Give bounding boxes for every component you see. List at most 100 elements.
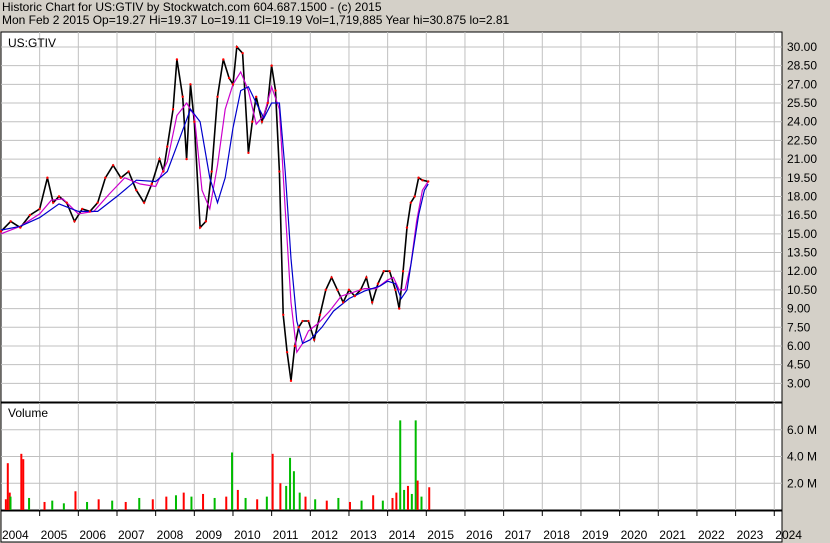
volume-bar (428, 487, 431, 510)
volume-bar (406, 485, 409, 510)
x-tick-label: 2019 (582, 528, 609, 542)
price-y-tick-label: 27.00 (787, 77, 817, 91)
price-point (28, 213, 32, 217)
volume-bar (289, 457, 292, 510)
price-point (266, 101, 269, 105)
price-point (274, 89, 277, 92)
price-point (307, 319, 310, 323)
price-y-tick-label: 3.00 (787, 376, 811, 390)
price-point (51, 201, 55, 204)
price-point (73, 220, 76, 223)
volume-bar (111, 500, 114, 510)
price-point (175, 58, 179, 61)
volume-bar (414, 420, 417, 510)
price-point (231, 83, 235, 86)
price-y-tick-label: 4.50 (787, 358, 811, 372)
price-point (19, 226, 22, 229)
volume-bar (416, 480, 419, 510)
price-point (330, 276, 333, 279)
price-point (376, 282, 380, 285)
x-tick-label: 2013 (350, 528, 377, 542)
price-point (198, 226, 202, 229)
volume-bar (348, 501, 351, 510)
volume-bar (62, 503, 65, 510)
price-panel-title: US:GTIV (8, 36, 56, 50)
x-tick-label: 2016 (466, 528, 493, 542)
x-tick-label: 2018 (543, 528, 570, 542)
volume-y-tick-label: 2.0 M (787, 476, 817, 490)
price-point (365, 276, 368, 279)
volume-bar (190, 496, 193, 510)
price-y-tick-label: 18.00 (787, 189, 817, 203)
x-tick-label: 2007 (118, 528, 145, 542)
volume-bar (304, 496, 307, 510)
price-point (394, 288, 397, 292)
volume-bar (271, 453, 274, 510)
price-point (285, 350, 289, 354)
price-y-tick-label: 30.00 (787, 40, 817, 54)
x-tick-label: 2008 (157, 528, 184, 542)
price-point (270, 64, 273, 67)
volume-bar (151, 499, 154, 510)
price-point (204, 220, 208, 223)
price-point (421, 179, 424, 182)
price-point (398, 307, 401, 310)
x-tick-label: 2022 (698, 528, 725, 542)
volume-bar (236, 489, 239, 510)
x-tick-label: 2010 (234, 528, 261, 542)
price-y-tick-label: 19.50 (787, 171, 817, 185)
x-tick-label: 2009 (195, 528, 222, 542)
volume-bar (420, 496, 423, 510)
price-point (235, 45, 239, 49)
price-point (405, 226, 409, 229)
x-tick-label: 2011 (273, 528, 299, 542)
x-tick-label: 2015 (427, 528, 454, 542)
x-tick-label: 2023 (737, 528, 764, 542)
price-point (409, 201, 413, 204)
volume-bar (410, 493, 413, 510)
volume-bar (51, 500, 54, 510)
price-y-axis: 30.00 28.50 27.00 25.50 24.00 22.50 21.00 19.50… (787, 40, 817, 390)
price-point (216, 95, 219, 98)
volume-bar (43, 501, 46, 510)
price-point (162, 170, 165, 173)
price-y-tick-label: 7.50 (787, 320, 811, 334)
x-tick-label: 2021 (659, 528, 686, 542)
price-point (282, 313, 285, 316)
volume-bar (265, 496, 268, 510)
price-point (227, 76, 231, 80)
price-point (278, 170, 281, 173)
volume-bar (9, 496, 12, 510)
x-tick-label: 2024 (775, 528, 802, 542)
price-point (193, 120, 196, 123)
volume-bar (256, 499, 259, 510)
price-point (293, 344, 297, 348)
x-tick-label: 2020 (621, 528, 648, 542)
price-point (413, 195, 416, 198)
volume-bar (381, 500, 384, 510)
volume-panel: Volume 6.0 M 4.0 M 2.0 M (0, 402, 817, 511)
price-point (135, 189, 138, 192)
price-y-tick-label: 15.00 (787, 227, 817, 241)
price-point (347, 288, 351, 292)
volume-bar (97, 499, 100, 510)
price-point (46, 176, 49, 179)
stock-chart: US:GTIV 30.00 28.50 27.00 25.50 24.00 22.50 21… (0, 31, 817, 543)
price-point (119, 176, 123, 179)
x-tick-label: 2004 (2, 528, 29, 542)
volume-bar (165, 496, 168, 510)
price-point (312, 338, 316, 341)
price-point (401, 269, 405, 273)
price-y-tick-label: 6.00 (787, 339, 811, 353)
volume-bar (6, 463, 9, 510)
volume-bar (74, 491, 77, 510)
price-point (251, 120, 254, 123)
price-y-tick-label: 16.50 (787, 208, 817, 222)
volume-bar (202, 493, 205, 510)
price-point (241, 51, 244, 55)
price-point (382, 269, 385, 273)
volume-y-tick-label: 4.0 M (787, 450, 817, 464)
price-point (181, 95, 184, 98)
price-y-tick-label: 13.50 (787, 246, 817, 260)
volume-bar (298, 492, 301, 510)
